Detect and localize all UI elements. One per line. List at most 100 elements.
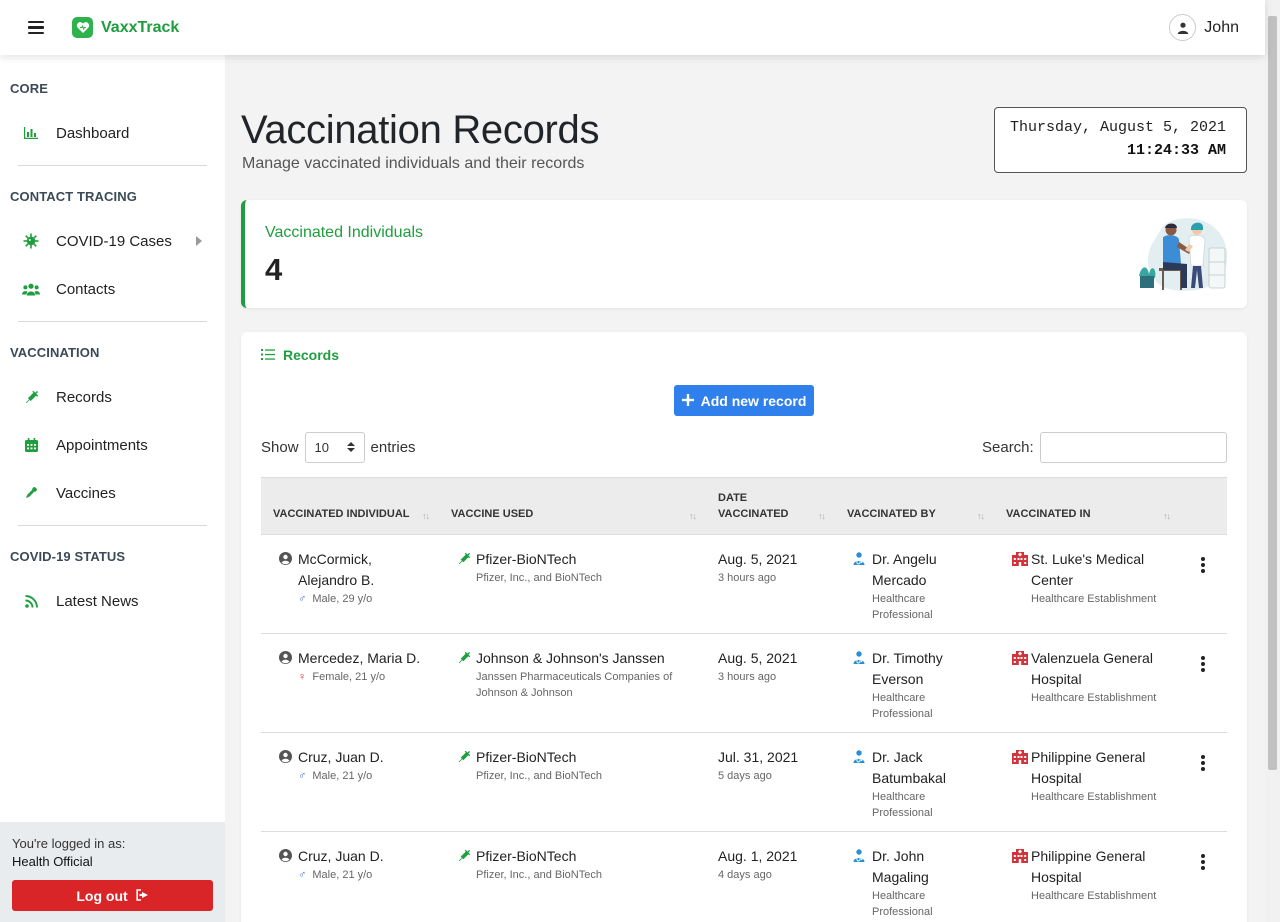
calendar-icon xyxy=(22,436,40,454)
show-label: Show xyxy=(261,439,299,456)
individual-name[interactable]: Cruz, Juan D. xyxy=(298,846,384,867)
cell-vaccinated-by: Dr. Timothy Everson Healthcare Professiona… xyxy=(853,648,943,722)
table-row: Cruz, Juan D. ♂ Male, 21 y/o Pfizer-BioN… xyxy=(261,832,1227,922)
column-header-vaccinated-by[interactable]: VACCINATED BY xyxy=(847,506,936,522)
table-row: Cruz, Juan D. ♂ Male, 21 y/o Pfizer-BioN… xyxy=(261,733,1227,832)
table-row: McCormick, Alejandro B. ♂ Male, 29 y/o Pf… xyxy=(261,535,1227,634)
vaccine-name: Pfizer-BioNTech xyxy=(476,551,577,567)
sidebar-item-contacts[interactable]: Contacts xyxy=(0,271,225,307)
cell-individual: McCormick, Alejandro B. ♂ Male, 29 y/o xyxy=(279,549,374,607)
cell-vaccine: Johnson & Johnson's Janssen Janssen Phar… xyxy=(458,648,672,701)
brand[interactable]: VaxxTrack xyxy=(72,17,179,38)
chevron-right-icon xyxy=(196,236,202,246)
row-actions-kebab-icon[interactable] xyxy=(1201,854,1205,870)
sidebar-item-covid-cases[interactable]: COVID-19 Cases xyxy=(0,223,225,259)
sex-icon: ♂ xyxy=(298,593,307,605)
vaccinator-role: Healthcare Professional xyxy=(872,890,933,918)
sort-icon: ↑↓ xyxy=(818,511,826,521)
hospital-icon xyxy=(1012,552,1028,571)
sidebar-item-latest-news[interactable]: Latest News xyxy=(0,583,225,619)
date-vaccinated: Jul. 31, 2021 xyxy=(718,749,799,765)
search-input[interactable] xyxy=(1039,432,1227,463)
syringe-icon xyxy=(22,388,40,406)
page-title: Vaccination Records xyxy=(241,108,600,152)
row-actions-kebab-icon[interactable] xyxy=(1201,755,1205,771)
cell-vaccinated-by: Dr. Jack Batumbakal Healthcare Professiona… xyxy=(853,747,946,821)
sidebar-item-label: Vaccines xyxy=(56,484,116,502)
sort-icon: ↑↓ xyxy=(1163,511,1171,521)
syringe-icon xyxy=(457,849,471,868)
date-relative: 3 hours ago xyxy=(718,572,777,584)
individual-sex-age: ♂ Male, 29 y/o xyxy=(298,593,373,605)
sidebar-heading-contact-tracing: CONTACT TRACING xyxy=(10,189,137,204)
sidebar-item-records[interactable]: Records xyxy=(0,379,225,415)
table-row: Mercedez, Maria D. ♀ Female, 21 y/o John… xyxy=(261,634,1227,733)
sex-icon: ♂ xyxy=(298,869,307,881)
current-date: Thursday, August 5, 2021 xyxy=(1009,119,1226,136)
column-header-vaccine-used[interactable]: VACCINE USED xyxy=(451,506,533,522)
cell-individual: Cruz, Juan D. ♂ Male, 21 y/o xyxy=(279,747,384,784)
user-menu[interactable]: John xyxy=(1169,14,1239,41)
scrollbar-thumb[interactable] xyxy=(1268,16,1277,770)
establishment-name: Philippine General Hospital xyxy=(1031,848,1146,885)
menu-toggle-icon[interactable] xyxy=(28,20,44,35)
sort-icon: ↑↓ xyxy=(689,511,697,521)
date-relative: 4 days ago xyxy=(718,869,772,881)
sex-icon: ♀ xyxy=(298,671,307,683)
select-arrows-icon xyxy=(346,442,355,452)
syringe-icon xyxy=(457,651,471,670)
column-header-vaccinated-in[interactable]: VACCINATED IN xyxy=(1006,506,1091,522)
add-new-record-label: Add new record xyxy=(700,392,807,409)
date-relative: 5 days ago xyxy=(718,770,772,782)
sort-icon: ↑↓ xyxy=(422,511,430,521)
sidebar-item-appointments[interactable]: Appointments xyxy=(0,427,225,463)
cell-vaccine: Pfizer-BioNTech Pfizer, Inc., and BioNTe… xyxy=(458,549,602,586)
syringe-icon xyxy=(457,750,471,769)
cell-vaccinated-by: Dr. Angelu Mercado Healthcare Professional xyxy=(853,549,937,623)
sidebar-item-label: Appointments xyxy=(56,436,148,454)
establishment-type: Healthcare Establishment xyxy=(1031,791,1157,803)
sex-icon: ♂ xyxy=(298,770,307,782)
individual-name[interactable]: Mercedez, Maria D. xyxy=(298,648,420,669)
user-name: John xyxy=(1204,18,1239,36)
column-header-date-vaccinated[interactable]: DATE VACCINATED xyxy=(718,490,788,522)
cell-vaccinated-in: Philippine General Hospital Healthcare Es… xyxy=(1012,747,1157,805)
add-new-record-button[interactable]: Add new record xyxy=(674,385,814,416)
entries-select[interactable]: 10 xyxy=(304,432,365,463)
doctor-icon xyxy=(853,651,865,669)
hospital-icon xyxy=(1012,849,1028,868)
sidebar-item-vaccines[interactable]: Vaccines xyxy=(0,475,225,511)
individual-name[interactable]: McCormick, Alejandro B. xyxy=(298,549,374,591)
heart-shield-icon xyxy=(72,17,93,38)
logout-button[interactable]: Log out xyxy=(12,880,213,911)
sidebar-item-label: Records xyxy=(56,388,112,406)
sidebar-item-dashboard[interactable]: Dashboard xyxy=(0,115,225,151)
page-scrollbar[interactable] xyxy=(1265,0,1280,922)
syringe-icon xyxy=(457,552,471,571)
establishment-type: Healthcare Establishment xyxy=(1031,692,1157,704)
entries-length-control: Show 10 entries xyxy=(261,432,416,463)
vaccine-name: Johnson & Johnson's Janssen xyxy=(476,650,665,666)
establishment-type: Healthcare Establishment xyxy=(1031,890,1157,902)
vaccinator-role: Healthcare Professional xyxy=(872,692,933,720)
user-circle-icon xyxy=(279,651,292,669)
individual-name[interactable]: Cruz, Juan D. xyxy=(298,747,384,768)
logout-label: Log out xyxy=(76,887,128,904)
individual-sex-age: ♂ Male, 21 y/o xyxy=(298,869,373,881)
vaccinator-name: Dr. Timothy Everson xyxy=(872,650,943,687)
sidebar-heading-covid-status: COVID-19 STATUS xyxy=(10,549,126,564)
establishment-name: Philippine General Hospital xyxy=(1031,749,1146,786)
sidebar: CORE Dashboard CONTACT TRACING COVID-19 … xyxy=(0,55,225,922)
sort-icon: ↑↓ xyxy=(977,511,985,521)
table-header: VACCINATED INDIVIDUAL ↑↓ VACCINE USED ↑↓… xyxy=(261,477,1227,535)
cell-date: Aug. 5, 2021 3 hours ago xyxy=(718,648,797,685)
establishment-name: Valenzuela General Hospital xyxy=(1031,650,1153,687)
cell-vaccinated-in: Valenzuela General Hospital Healthcare Es… xyxy=(1012,648,1157,706)
row-actions-kebab-icon[interactable] xyxy=(1201,557,1205,573)
column-header-vaccinated-individual[interactable]: VACCINATED INDIVIDUAL xyxy=(273,506,409,522)
row-actions-kebab-icon[interactable] xyxy=(1201,656,1205,672)
rss-icon xyxy=(22,592,40,610)
cell-vaccine: Pfizer-BioNTech Pfizer, Inc., and BioNTe… xyxy=(458,747,602,784)
search-label: Search: xyxy=(982,439,1034,456)
user-role: Health Official xyxy=(12,854,93,869)
